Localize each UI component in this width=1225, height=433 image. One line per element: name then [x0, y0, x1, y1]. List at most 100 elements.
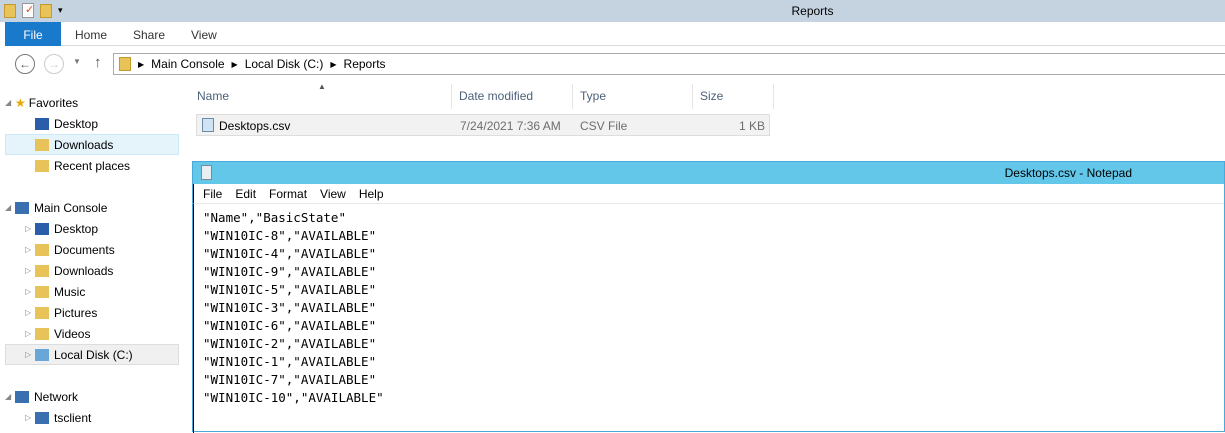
sidebar-item-downloads[interactable]: ▷ Downloads [5, 260, 179, 281]
tab-file[interactable]: File [5, 22, 61, 46]
column-header-name[interactable]: Name [190, 84, 452, 109]
sidebar-label: Pictures [54, 305, 98, 320]
expand-icon[interactable]: ◢ [5, 203, 15, 212]
sidebar-item-desktop[interactable]: ▷ Desktop [5, 218, 179, 239]
sidebar-item-tsclient[interactable]: ▷ tsclient [5, 407, 179, 428]
ribbon: File Home Share View [5, 22, 1225, 46]
sidebar-label: Favorites [28, 95, 79, 110]
computer-icon [35, 411, 49, 424]
sidebar-label: Documents [54, 242, 115, 257]
text-line: "WIN10IC-1","AVAILABLE" [203, 354, 377, 369]
forward-button[interactable]: → [44, 54, 64, 74]
chevron-right-icon: ▶ [231, 59, 238, 69]
tab-view[interactable]: View [191, 28, 217, 42]
text-line: "Name","BasicState" [203, 210, 346, 225]
sidebar-item-music[interactable]: ▷ Music [5, 281, 179, 302]
text-line: "WIN10IC-8","AVAILABLE" [203, 228, 377, 243]
text-line: "WIN10IC-4","AVAILABLE" [203, 246, 377, 261]
menu-file[interactable]: File [203, 187, 222, 201]
expand-icon[interactable]: ◢ [5, 392, 15, 401]
sidebar-label: Main Console [34, 200, 108, 215]
music-icon [35, 285, 49, 298]
menu-help[interactable]: Help [359, 187, 384, 201]
star-icon: ★ [15, 95, 26, 110]
sidebar-label: Music [54, 284, 86, 299]
sidebar-favorites[interactable]: ◢ ★ Favorites [5, 92, 179, 113]
sidebar-label: Recent places [54, 158, 131, 173]
column-header-date[interactable]: Date modified [452, 84, 573, 109]
sidebar-item-local-disk[interactable]: ▷ Local Disk (C:) [5, 344, 179, 365]
expand-icon[interactable]: ▷ [25, 413, 35, 422]
up-button[interactable]: ↑ [94, 54, 102, 71]
chevron-right-icon: ▶ [138, 59, 145, 69]
sidebar-network[interactable]: ◢ Network [5, 386, 179, 407]
column-header-type[interactable]: Type [573, 84, 693, 109]
sidebar-label: Desktop [54, 116, 99, 131]
expand-icon[interactable]: ▷ [25, 329, 35, 338]
folder-icon [119, 57, 131, 71]
network-icon [15, 390, 29, 403]
downloads-icon [35, 138, 49, 151]
sidebar-label: Network [34, 389, 79, 404]
sidebar-item-downloads[interactable]: Downloads [5, 134, 179, 155]
notepad-text-area[interactable]: "Name","BasicState" "WIN10IC-8","AVAILABL… [193, 204, 1224, 433]
notepad-menu-bar: File Edit Format View Help [193, 184, 1224, 204]
sidebar-label: Videos [54, 326, 91, 341]
file-name: Desktops.csv [219, 119, 291, 133]
sidebar-item-desktop[interactable]: Desktop [5, 113, 179, 134]
notepad-title: Desktops.csv - Notepad [1004, 166, 1132, 180]
text-line: "WIN10IC-9","AVAILABLE" [203, 264, 377, 279]
desktop-icon [35, 222, 49, 235]
tab-share[interactable]: Share [133, 28, 165, 42]
documents-icon [35, 243, 49, 256]
sidebar-label: Downloads [54, 137, 114, 152]
expand-icon[interactable]: ▷ [25, 287, 35, 296]
sidebar-item-videos[interactable]: ▷ Videos [5, 323, 179, 344]
expand-icon[interactable]: ▷ [25, 350, 35, 359]
pictures-icon [35, 306, 49, 319]
expand-icon[interactable]: ▷ [25, 266, 35, 275]
sidebar-item-pictures[interactable]: ▷ Pictures [5, 302, 179, 323]
sidebar-item-documents[interactable]: ▷ Documents [5, 239, 179, 260]
back-button[interactable]: ← [15, 54, 35, 74]
breadcrumb-main-console[interactable]: Main Console [151, 57, 224, 71]
notepad-icon [201, 165, 212, 180]
expand-icon[interactable]: ▷ [25, 224, 35, 233]
file-size: 1 KB [738, 119, 765, 133]
expand-icon[interactable]: ▷ [25, 308, 35, 317]
menu-format[interactable]: Format [269, 187, 307, 201]
notepad-window: Desktops.csv - Notepad File Edit Format … [192, 161, 1225, 433]
downloads-icon [35, 264, 49, 277]
window-title: Reports [791, 4, 834, 18]
menu-edit[interactable]: Edit [235, 187, 256, 201]
text-line: "WIN10IC-2","AVAILABLE" [203, 336, 377, 351]
text-line: "WIN10IC-10","AVAILABLE" [203, 390, 384, 405]
expand-icon[interactable]: ▷ [25, 245, 35, 254]
chevron-right-icon: ▶ [330, 59, 337, 69]
menu-view[interactable]: View [320, 187, 346, 201]
text-line: "WIN10IC-3","AVAILABLE" [203, 300, 377, 315]
sidebar-main-console[interactable]: ◢ Main Console [5, 197, 179, 218]
file-row[interactable]: Desktops.csv 7/24/2021 7:36 AM CSV File … [196, 114, 770, 136]
drive-icon [35, 348, 49, 361]
sidebar-label: Desktop [54, 221, 99, 236]
recent-places-icon [35, 159, 49, 172]
text-line: "WIN10IC-5","AVAILABLE" [203, 282, 377, 297]
notepad-title-bar: Desktops.csv - Notepad [193, 162, 1224, 184]
column-header-size[interactable]: Size [693, 84, 774, 109]
text-line: "WIN10IC-6","AVAILABLE" [203, 318, 377, 333]
sidebar-label: tsclient [54, 410, 92, 425]
file-date: 7/24/2021 7:36 AM [460, 119, 561, 133]
recent-locations-icon[interactable]: ▼ [73, 57, 81, 66]
text-line: "WIN10IC-7","AVAILABLE" [203, 372, 377, 387]
sidebar-item-recent-places[interactable]: Recent places [5, 155, 179, 176]
breadcrumb-reports[interactable]: Reports [344, 57, 386, 71]
expand-icon[interactable]: ◢ [5, 98, 15, 107]
tab-home[interactable]: Home [75, 28, 107, 42]
computer-icon [15, 201, 29, 214]
csv-file-icon [202, 118, 214, 132]
address-bar[interactable]: ▶ Main Console ▶ Local Disk (C:) ▶ Repor… [113, 53, 1225, 75]
sidebar-label: Local Disk (C:) [54, 347, 133, 362]
navigation-bar: ← → ▼ ↑ ▶ Main Console ▶ Local Disk (C:)… [5, 47, 1225, 81]
breadcrumb-local-disk[interactable]: Local Disk (C:) [245, 57, 324, 71]
